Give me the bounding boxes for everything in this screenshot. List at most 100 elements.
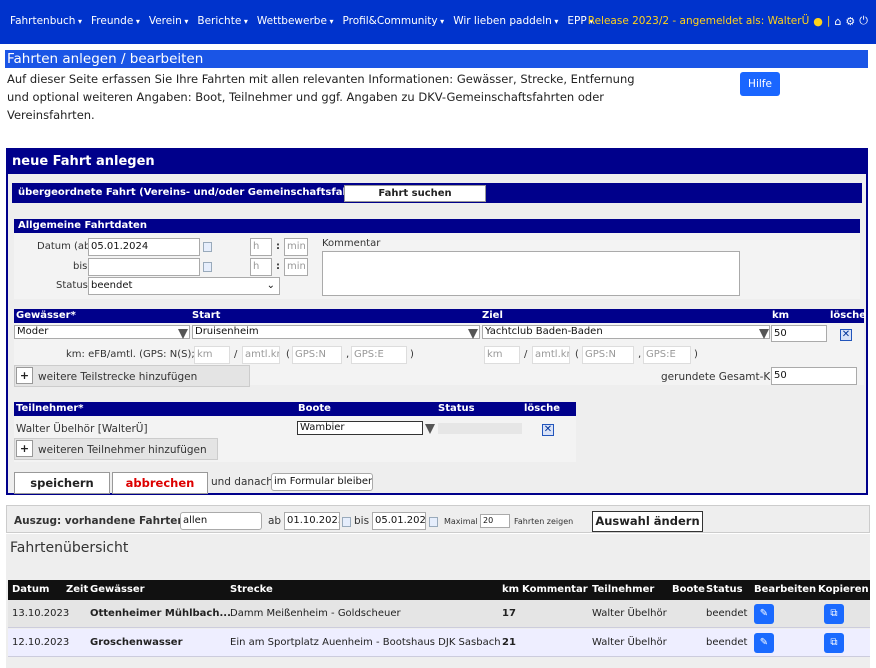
time-colon: : — [276, 241, 280, 252]
delete-column-header: lösche — [830, 310, 867, 321]
save-button[interactable]: speichern — [14, 472, 110, 494]
filter-from-value: allen — [183, 515, 208, 526]
row-water: Groschenwasser — [90, 637, 183, 648]
copy-icon[interactable]: ⧉ — [824, 604, 844, 624]
km-input[interactable]: 50 — [771, 325, 827, 342]
col-participant[interactable]: Teilnehmer — [592, 584, 654, 595]
filter-label: Auszug: vorhandene Fahrten — [14, 515, 185, 527]
edit-icon[interactable]: ✎ — [754, 604, 774, 624]
hour-input[interactable]: h — [250, 238, 272, 256]
water-input[interactable]: Moder — [14, 325, 190, 339]
row-participant: Walter Übelhör — [592, 608, 667, 619]
participant-name: Walter Übelhör [WalterÜ] — [16, 423, 148, 435]
menu-verein[interactable]: Verein — [149, 15, 189, 27]
goal-km-amtl-input[interactable]: amtl.km — [532, 346, 570, 364]
overview-table-header: Datum Zeit Gewässer Strecke km Kommentar… — [8, 580, 870, 600]
row-date: 13.10.2023 — [12, 608, 70, 619]
filter-bis-label: bis — [354, 515, 370, 527]
menu-profil-community[interactable]: Profil&Community — [342, 15, 444, 27]
close-paren: ) — [694, 349, 698, 360]
filter-max-select[interactable]: 20 — [480, 514, 510, 528]
route-header-bar: Gewässer* Start Ziel km lösche — [14, 309, 867, 323]
gps-e-input[interactable]: GPS:E — [351, 346, 407, 364]
slash: / — [524, 349, 528, 360]
slash: / — [234, 349, 238, 360]
goal-input[interactable]: Yachtclub Baden-Baden — [482, 325, 770, 339]
calendar-icon[interactable] — [429, 517, 438, 527]
km-column-header: km — [772, 310, 790, 321]
add-participant-link[interactable]: weiteren Teilnehmer hinzufügen — [38, 444, 207, 456]
add-participant-plus-button[interactable]: + — [16, 440, 33, 457]
minute-input[interactable]: min — [284, 238, 308, 256]
page-title: Fahrten anlegen / bearbeiten — [5, 50, 868, 68]
search-trip-button[interactable]: Fahrt suchen — [344, 185, 486, 202]
menu-wettbewerbe[interactable]: Wettbewerbe — [257, 15, 334, 27]
help-button[interactable]: Hilfe — [740, 72, 780, 96]
row-km: 17 — [502, 608, 516, 619]
row-participant: Walter Übelhör — [592, 637, 667, 648]
row-status: beendet — [706, 637, 748, 648]
participant-column-header: Teilnehmer* — [16, 403, 84, 414]
goal-km-efb-input[interactable]: km — [484, 346, 520, 364]
add-segment-plus-button[interactable]: + — [16, 367, 33, 384]
col-edit: Bearbeiten — [754, 584, 817, 595]
row-status: beendet — [706, 608, 748, 619]
until-hour-input[interactable]: h — [250, 258, 272, 276]
participants-header-bar: Teilnehmer* Boote Status lösche — [14, 402, 576, 416]
add-segment-link[interactable]: weitere Teilstrecke hinzufügen — [38, 371, 197, 383]
separator: | — [826, 15, 831, 27]
menu-freunde[interactable]: Freunde — [91, 15, 140, 27]
filter-from-select[interactable]: allen — [180, 512, 262, 530]
col-water[interactable]: Gewässer — [90, 584, 145, 595]
col-boats[interactable]: Boote — [672, 584, 705, 595]
col-comment[interactable]: Kommentar — [522, 584, 588, 595]
total-km-input[interactable]: 50 — [771, 367, 857, 385]
calendar-icon[interactable] — [203, 242, 212, 252]
copy-icon[interactable]: ⧉ — [824, 633, 844, 653]
start-input[interactable]: Druisenheim — [192, 325, 480, 339]
user-icon[interactable]: ● — [813, 15, 823, 28]
until-label: bis — [73, 261, 88, 272]
cancel-button[interactable]: abbrechen — [112, 472, 208, 494]
table-row[interactable]: 12.10.2023 Groschenwasser Ein am Sportpl… — [8, 629, 870, 657]
menu-fahrtenbuch[interactable]: Fahrtenbuch — [10, 15, 82, 27]
calendar-icon[interactable] — [342, 517, 351, 527]
col-status[interactable]: Status — [706, 584, 743, 595]
col-km[interactable]: km — [502, 584, 519, 595]
edit-icon[interactable]: ✎ — [754, 633, 774, 653]
close-paren: ) — [410, 349, 414, 360]
apply-filter-button[interactable]: Auswahl ändern — [592, 511, 703, 532]
status-select[interactable]: beendet ⌄ — [88, 277, 280, 295]
col-route[interactable]: Strecke — [230, 584, 273, 595]
intro-text: Auf dieser Seite erfassen Sie Ihre Fahrt… — [7, 72, 635, 122]
km-amtl-input[interactable]: amtl.km — [242, 346, 280, 364]
home-icon[interactable]: ⌂ — [834, 15, 841, 28]
col-time[interactable]: Zeit — [66, 584, 88, 595]
row-route: Ein am Sportplatz Auenheim - Bootshaus D… — [230, 637, 501, 648]
power-icon[interactable]: ⏻ — [859, 14, 868, 28]
until-minute-input[interactable]: min — [284, 258, 308, 276]
calendar-icon[interactable] — [203, 262, 212, 272]
menu-berichte[interactable]: Berichte — [197, 15, 247, 27]
table-row[interactable]: 13.10.2023 Ottenheimer Mühlbach... Damm … — [8, 600, 870, 628]
filter-ab-input[interactable]: 01.10.2023 — [284, 512, 340, 530]
boats-column-header: Boote — [298, 403, 331, 414]
col-date[interactable]: Datum — [12, 584, 49, 595]
after-save-select[interactable]: im Formular bleiben — [271, 473, 373, 491]
delete-participant-icon[interactable]: ✕ — [542, 424, 554, 436]
filter-bis-input[interactable]: 05.01.2024 — [372, 512, 426, 530]
delete-segment-icon[interactable]: ✕ — [840, 329, 852, 341]
date-input[interactable]: 05.01.2024 — [88, 238, 200, 256]
gps-n-input[interactable]: GPS:N — [292, 346, 342, 364]
menu-wir-lieben-paddeln[interactable]: Wir lieben paddeln — [453, 15, 558, 27]
settings-icon[interactable]: ⚙ — [845, 15, 855, 28]
comma: , — [638, 349, 642, 360]
goal-gps-e-input[interactable]: GPS:E — [643, 346, 691, 364]
col-copy: Kopieren — [818, 584, 869, 595]
boat-select[interactable]: Wambier — [297, 421, 423, 435]
until-input[interactable] — [88, 258, 200, 276]
goal-gps-n-input[interactable]: GPS:N — [582, 346, 634, 364]
comment-textarea[interactable] — [322, 251, 740, 296]
km-efb-input[interactable]: km — [194, 346, 230, 364]
filter-max-label: Maximal — [444, 517, 478, 526]
